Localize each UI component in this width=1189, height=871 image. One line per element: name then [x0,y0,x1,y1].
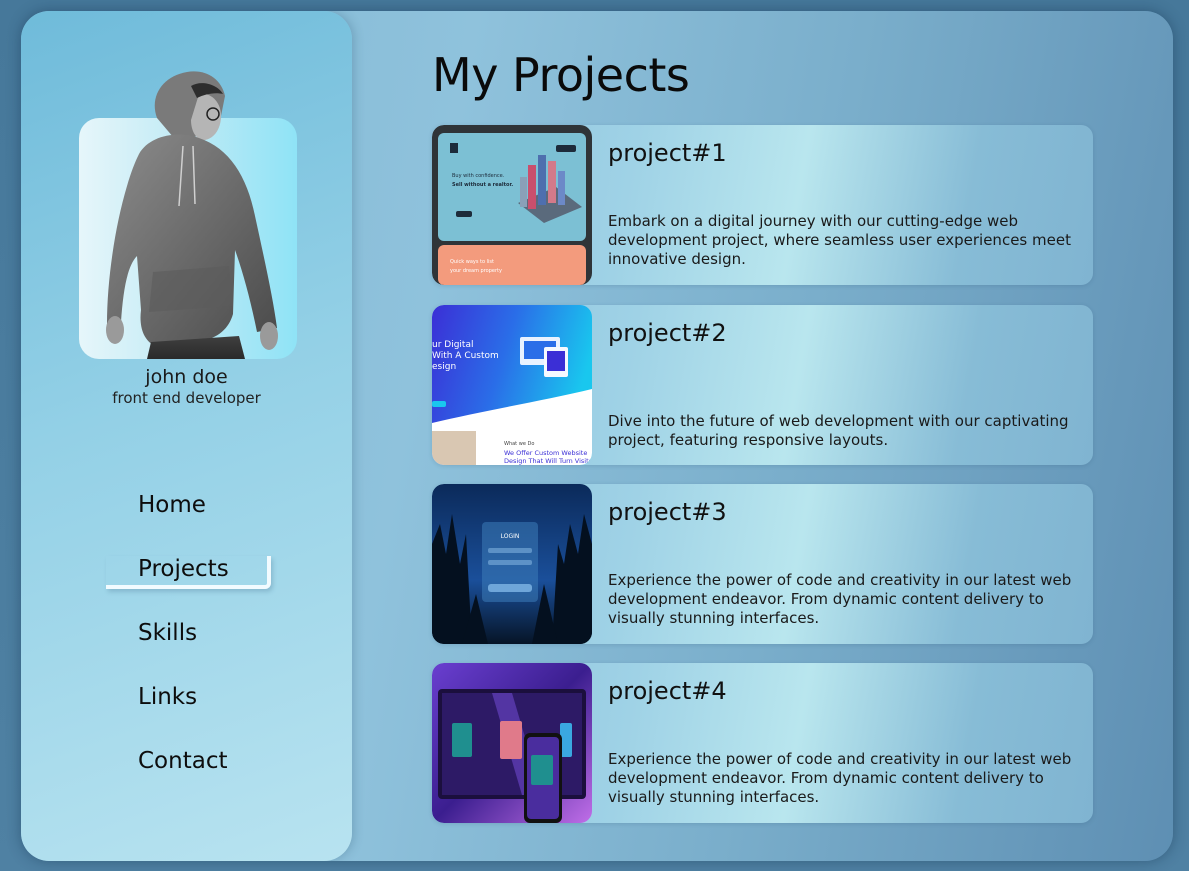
nav-item-contact[interactable]: Contact [138,748,227,774]
project-card-3[interactable]: LOGIN project#3 Experience the power of … [432,484,1093,644]
project-thumbnail-2[interactable]: ur Digital With A Custom esign What we D… [432,305,592,465]
app-window: john doe front end developer Home Projec… [21,11,1173,861]
thumb-2-cta2: Design That Will Turn Visitors [504,457,592,465]
page-title: My Projects [432,48,690,102]
nav-item-skills[interactable]: Skills [138,620,197,646]
project-title-1: project#1 [608,139,727,167]
project-card-1[interactable]: Buy with confidence. Sell without a real… [432,125,1093,285]
thumb-2-hero-line2: With A Custom [432,351,499,361]
nav-item-projects[interactable]: Projects [138,556,229,582]
thumb-2-hero-line3: esign [432,362,456,372]
project-title-4: project#4 [608,677,727,705]
project-thumbnail-4[interactable] [432,663,592,823]
nav-item-links[interactable]: Links [138,684,197,710]
thumb-2-cta: We Offer Custom Website [504,449,587,457]
thumb-3-login: LOGIN [501,533,520,540]
profile-photo [106,71,278,359]
project-card-2[interactable]: ur Digital With A Custom esign What we D… [432,305,1093,465]
project-title-2: project#2 [608,319,727,347]
project-description-1: Embark on a digital journey with our cut… [608,212,1071,268]
project-title-3: project#3 [608,498,727,526]
thumb-1-hero-line1: Buy with confidence. [452,173,505,179]
nav-item-home[interactable]: Home [138,492,206,518]
sidebar: john doe front end developer Home Projec… [21,11,352,861]
thumb-1-cta: Quick ways to list [450,259,494,265]
project-thumbnail-3[interactable]: LOGIN [432,484,592,644]
project-description-2: Dive into the future of web development … [608,412,1069,449]
thumb-2-hero-line1: ur Digital [432,340,473,350]
thumb-1-hero-line2: Sell without a realtor. [452,182,513,188]
project-description-3: Experience the power of code and creativ… [608,571,1072,627]
thumb-1-cta2: your dream property [450,268,502,274]
thumb-2-sub: What we Do [504,441,534,447]
project-card-4[interactable]: project#4 Experience the power of code a… [432,663,1093,823]
profile-role: front end developer [112,389,261,407]
profile-name: john doe [145,366,228,388]
project-thumbnail-1[interactable]: Buy with confidence. Sell without a real… [432,125,592,285]
project-description-4: Experience the power of code and creativ… [608,750,1072,806]
